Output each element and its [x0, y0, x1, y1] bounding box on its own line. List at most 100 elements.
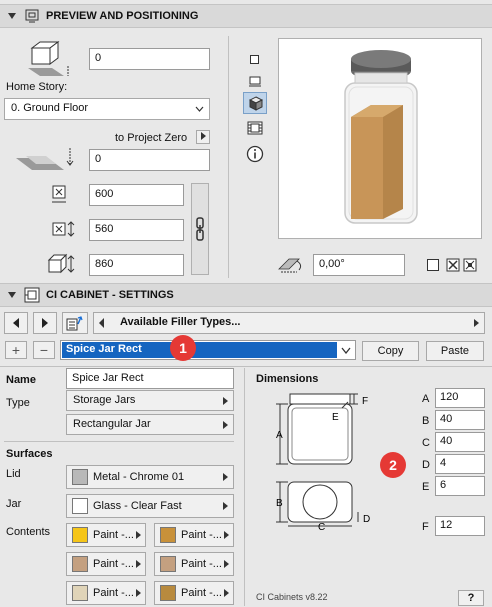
- dimensions-diagram: A F E B C D: [276, 393, 370, 530]
- mirror-none-checkbox[interactable]: [427, 259, 439, 271]
- to-project-zero-label: to Project Zero: [115, 132, 188, 144]
- elevation-input[interactable]: 0: [89, 48, 210, 70]
- contents-surface-2[interactable]: Paint -...: [154, 523, 234, 547]
- contents-value-3: Paint -...: [93, 558, 134, 570]
- lid-surface-select[interactable]: Metal - Chrome 01: [66, 465, 234, 489]
- chevron-right-icon: [136, 589, 141, 597]
- type-subcategory-select[interactable]: Rectangular Jar: [66, 414, 234, 435]
- contents-value-2: Paint -...: [181, 529, 222, 541]
- version-label: CI Cabinets v8.22: [256, 592, 328, 602]
- view-section-icon[interactable]: [248, 74, 262, 88]
- cabinet-icon: [24, 287, 40, 303]
- dim-c-label: C: [422, 437, 430, 449]
- dim-e-input[interactable]: 6: [435, 476, 485, 496]
- dim-f-label: F: [422, 521, 429, 533]
- plus-icon: +: [11, 342, 21, 358]
- contents-surface-3[interactable]: Paint -...: [66, 552, 146, 576]
- contents-surface-5[interactable]: Paint -...: [66, 581, 146, 605]
- width-input[interactable]: 600: [89, 184, 184, 206]
- contents-swatch-4: [160, 556, 176, 572]
- spice-jar-preview: [344, 50, 418, 224]
- surfaces-separator: [4, 441, 234, 442]
- height-input[interactable]: 860: [89, 254, 184, 276]
- contents-swatch-6: [160, 585, 176, 601]
- dim-e-label: E: [422, 481, 430, 493]
- dim-a-input[interactable]: 120: [435, 388, 485, 408]
- project-zero-input[interactable]: 0: [89, 149, 210, 171]
- info-icon[interactable]: [246, 145, 264, 163]
- width-icon: [52, 185, 66, 203]
- svg-text:D: D: [363, 514, 370, 525]
- settings-separator: [0, 366, 492, 367]
- view-2d-icon[interactable]: [250, 55, 259, 64]
- chevron-right-icon: [223, 502, 228, 510]
- collapse-arrow-icon[interactable]: [8, 292, 16, 298]
- angle-icon: [278, 258, 302, 273]
- chevron-right-icon: [136, 560, 141, 568]
- chevron-right-icon: [223, 397, 228, 405]
- type-category-value: Storage Jars: [73, 394, 136, 406]
- type-label: Type: [6, 397, 30, 409]
- contents-surface-1[interactable]: Paint -...: [66, 523, 146, 547]
- copy-button[interactable]: Copy: [362, 341, 419, 361]
- preview-separator: [228, 36, 229, 278]
- angle-input[interactable]: 0,00°: [313, 254, 405, 276]
- contents-surface-4[interactable]: Paint -...: [154, 552, 234, 576]
- dim-d-label: D: [422, 459, 430, 471]
- view-3d-button[interactable]: [243, 92, 267, 114]
- filler-list-button[interactable]: [62, 312, 88, 334]
- preview-section-header[interactable]: PREVIEW AND POSITIONING: [0, 4, 492, 28]
- arrow-right-icon: [42, 318, 48, 329]
- chevron-down-icon: [341, 347, 351, 354]
- contents-surface-6[interactable]: Paint -...: [154, 581, 234, 605]
- type-category-select[interactable]: Storage Jars: [66, 390, 234, 411]
- dim-d-input[interactable]: 4: [435, 454, 485, 474]
- available-filler-types-button[interactable]: Available Filler Types...: [93, 312, 485, 334]
- home-story-select[interactable]: 0. Ground Floor: [4, 98, 210, 120]
- settings-column-separator: [244, 368, 245, 606]
- home-story-value: 0. Ground Floor: [11, 102, 89, 114]
- jar-surface-select[interactable]: Glass - Clear Fast: [66, 494, 234, 518]
- type-subcategory-value: Rectangular Jar: [73, 418, 151, 430]
- home-story-label: Home Story:: [6, 81, 68, 93]
- preview-image: [278, 38, 482, 239]
- proportion-lock-button[interactable]: [191, 183, 209, 275]
- dim-a-label: A: [422, 393, 430, 405]
- chevron-right-icon: [224, 589, 229, 597]
- contents-label: Contents: [6, 526, 51, 538]
- svg-text:C: C: [318, 522, 325, 530]
- mirror-y-icon[interactable]: [463, 258, 477, 272]
- height-icon: [47, 253, 75, 274]
- dim-b-label: B: [422, 415, 430, 427]
- contents-swatch-5: [72, 585, 88, 601]
- svg-text:B: B: [276, 498, 283, 509]
- add-type-button[interactable]: +: [5, 341, 27, 359]
- chevron-right-icon: [136, 531, 141, 539]
- next-button[interactable]: [33, 312, 57, 334]
- project-zero-arrow-button[interactable]: [196, 130, 210, 144]
- dim-c-input[interactable]: 40: [435, 432, 485, 452]
- filler-type-select[interactable]: Spice Jar Rect: [60, 340, 356, 360]
- contents-value-1: Paint -...: [93, 529, 134, 541]
- name-label: Name: [6, 374, 36, 386]
- filmstrip-icon[interactable]: [247, 121, 263, 135]
- prev-button[interactable]: [4, 312, 28, 334]
- chevron-right-icon: [224, 531, 229, 539]
- settings-section-header[interactable]: CI CABINET - SETTINGS: [0, 283, 492, 307]
- mirror-x-icon[interactable]: [446, 258, 460, 272]
- floor-plane-icon: [16, 148, 74, 170]
- depth-input[interactable]: 560: [89, 219, 184, 241]
- dim-f-input[interactable]: 12: [435, 516, 485, 536]
- contents-swatch-2: [160, 527, 176, 543]
- help-button[interactable]: ?: [458, 590, 484, 606]
- svg-text:A: A: [276, 430, 283, 441]
- annotation-badge-2: 2: [380, 452, 406, 478]
- collapse-arrow-icon[interactable]: [8, 13, 16, 19]
- chevron-right-icon: [223, 473, 228, 481]
- paste-button[interactable]: Paste: [426, 341, 484, 361]
- remove-type-button[interactable]: −: [33, 341, 55, 359]
- name-input[interactable]: Spice Jar Rect: [66, 368, 234, 389]
- cube-3d-icon: [249, 96, 263, 111]
- minus-icon: −: [39, 342, 49, 358]
- dim-b-input[interactable]: 40: [435, 410, 485, 430]
